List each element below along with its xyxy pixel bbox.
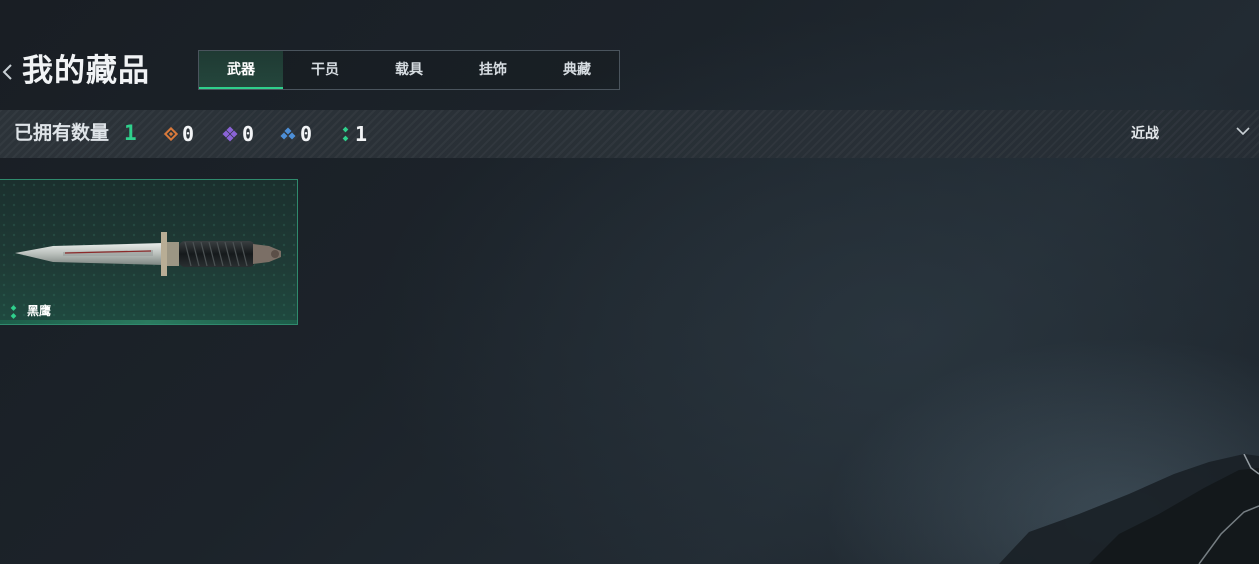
category-filter-dropdown[interactable]: 近战 (1131, 110, 1259, 158)
tab-weapons[interactable]: 武器 (199, 51, 283, 89)
item-name: 黑鹰 (27, 304, 52, 318)
rarity-blue-count: 0 (300, 122, 313, 146)
item-card[interactable]: 黑鹰 (0, 179, 298, 325)
rarity-green-count: 1 (355, 122, 368, 146)
green-dots-icon (10, 305, 17, 319)
page-title: 我的藏品 (22, 53, 150, 89)
rarity-green: 1 (341, 121, 367, 147)
tab-collection[interactable]: 典藏 (535, 51, 619, 89)
tab-vehicles[interactable]: 载具 (367, 51, 451, 89)
purple-diamond-icon (222, 126, 238, 142)
rarity-orange-count: 0 (182, 122, 195, 146)
background-rock (999, 454, 1259, 564)
knife-icon (15, 232, 281, 276)
green-dots-icon (342, 126, 349, 142)
category-tabs: 武器 干员 载具 挂饰 典藏 (198, 50, 620, 90)
chevron-down-icon (1236, 127, 1250, 136)
rarity-purple-count: 0 (242, 122, 255, 146)
rarity-blue: 0 (280, 121, 312, 147)
tab-operators[interactable]: 干员 (283, 51, 367, 89)
orange-diamond-icon (164, 127, 178, 141)
stats-bar: 已拥有数量 1 0 0 0 1 (0, 110, 1259, 158)
card-bottom-accent (0, 320, 297, 324)
owned-count-label: 已拥有数量 (14, 122, 110, 144)
back-arrow-icon[interactable] (0, 62, 14, 82)
owned-count-value: 1 (124, 121, 137, 145)
rarity-purple: 0 (222, 121, 254, 147)
rarity-orange: 0 (164, 121, 194, 147)
blue-diamond-icon (280, 127, 296, 140)
tab-charms[interactable]: 挂饰 (451, 51, 535, 89)
filter-selected-value: 近战 (1131, 126, 1159, 142)
